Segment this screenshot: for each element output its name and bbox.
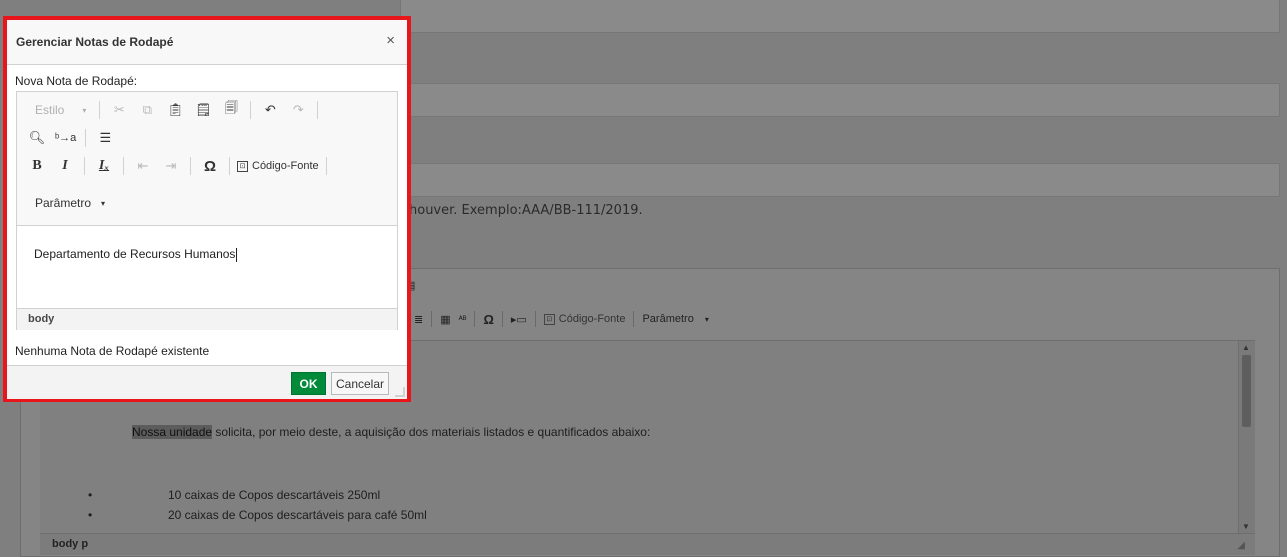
source-code-button[interactable]: ⊡ Código-Fonte	[237, 160, 319, 172]
chevron-down-icon: ▾	[82, 105, 87, 115]
cut-icon[interactable]: ✂	[107, 100, 131, 120]
replace-icon[interactable]: ᵇ→a	[53, 128, 78, 148]
bullet-icon: •	[88, 488, 93, 502]
close-icon[interactable]: ×	[386, 33, 395, 48]
bg-hint-text: houver. Exemplo:AAA/BB-111/2019.	[409, 203, 643, 218]
source-code-label: Código-Fonte	[252, 160, 319, 172]
insert-break-icon: ▸▭	[510, 313, 527, 326]
paste-text-icon[interactable]: 🗒︎	[191, 100, 215, 120]
list-item: 20 caixas de Copos descartáveis para caf…	[168, 508, 427, 522]
toolbar-row-4: Parâmetro ▾	[17, 189, 111, 217]
toolbar-row-2: 🔍︎ ᵇ→a ☰	[17, 124, 117, 152]
remove-format-icon[interactable]: Iₓ	[92, 156, 116, 176]
param-combo[interactable]: Parâmetro ▾	[25, 192, 111, 214]
no-footnotes-message: Nenhuma Nota de Rodapé existente	[15, 344, 210, 358]
bg-paragraph-rest: solicita, por meio deste, a aquisição do…	[212, 425, 651, 439]
dialog-footer: OK Cancelar	[7, 365, 407, 399]
special-char-icon: Ω	[483, 311, 494, 327]
toolbar-row-3: B I Iₓ ⇤ ⇥ Ω ⊡ Código-Fonte	[17, 152, 330, 180]
bg-field-2	[400, 83, 1280, 117]
bg-highlighted-text: Nossa unidade	[132, 425, 213, 439]
bg-editor-toolbar: ≣ ▦ ᴬᴮ Ω ▸▭ ⊡ Código-Fonte Parâmetro ▾	[405, 305, 709, 333]
source-icon: ⊡	[237, 160, 248, 172]
replace-text-icon: ᴬᴮ	[458, 314, 467, 324]
bg-field-3	[400, 163, 1280, 197]
italic-icon[interactable]: I	[53, 156, 77, 176]
editor-content-area[interactable]: Departamento de Recursos Humanos	[17, 226, 397, 308]
find-icon[interactable]: 🔍︎	[25, 128, 49, 148]
bg-status-bar: body p ◢	[40, 533, 1255, 555]
redo-icon[interactable]: ↷	[286, 100, 310, 120]
editor-status-path[interactable]: body	[28, 313, 54, 325]
style-combo[interactable]: Estilo ▾	[25, 99, 92, 121]
ok-button[interactable]: OK	[291, 372, 326, 395]
bg-scrollbar: ▲ ▼	[1238, 341, 1255, 533]
list-item: 10 caixas de Copos descartáveis 250ml	[168, 488, 381, 502]
scroll-thumb	[1242, 355, 1251, 427]
indent-icon[interactable]: ⇥	[159, 156, 183, 176]
chevron-down-icon: ▾	[101, 198, 106, 208]
dialog-highlight-frame: Gerenciar Notas de Rodapé × Nova Nota de…	[3, 16, 411, 402]
bg-param-combo: Parâmetro ▾	[642, 313, 709, 325]
toolbar-row-1: Estilo ▾ ✂ ⧉ 📋︎ 🗒︎ 🗐︎ ↶ ↷	[17, 96, 321, 124]
special-char-icon[interactable]: Ω	[198, 156, 222, 176]
footnote-editor: Estilo ▾ ✂ ⧉ 📋︎ 🗒︎ 🗐︎ ↶ ↷ 🔍︎ ᵇ→a ☰ B I I…	[16, 91, 398, 330]
align-right-icon: ≣	[414, 313, 424, 326]
scroll-up-icon: ▲	[1242, 343, 1250, 352]
bg-field-1	[400, 0, 1280, 33]
copy-icon[interactable]: ⧉	[135, 100, 159, 120]
bg-paragraph: Nossa unidade solicita, por meio deste, …	[132, 425, 650, 439]
text-cursor	[236, 247, 238, 262]
editor-status-bar: body	[17, 308, 397, 330]
bold-icon[interactable]: B	[25, 156, 49, 176]
editor-toolbar: Estilo ▾ ✂ ⧉ 📋︎ 🗒︎ 🗐︎ ↶ ↷ 🔍︎ ᵇ→a ☰ B I I…	[17, 92, 397, 226]
dialog-title: Gerenciar Notas de Rodapé	[16, 35, 174, 49]
resize-grip-icon[interactable]	[395, 387, 405, 397]
cancel-button[interactable]: Cancelar	[331, 372, 389, 395]
undo-icon[interactable]: ↶	[258, 100, 282, 120]
footnote-dialog: Gerenciar Notas de Rodapé × Nova Nota de…	[7, 20, 407, 399]
bg-status-path: body p	[52, 538, 89, 550]
select-all-icon[interactable]: ☰	[93, 128, 117, 148]
paste-word-icon[interactable]: 🗐︎	[219, 100, 243, 120]
source-icon: ⊡	[543, 313, 555, 325]
footnote-text[interactable]: Departamento de Recursos Humanos	[34, 247, 238, 262]
bullet-icon: •	[88, 508, 93, 522]
scroll-down-icon: ▼	[1242, 522, 1250, 531]
paste-icon[interactable]: 📋︎	[163, 100, 187, 120]
table-icon: ▦	[440, 313, 451, 326]
bg-source-button: ⊡ Código-Fonte	[543, 313, 625, 325]
dialog-header: Gerenciar Notas de Rodapé ×	[7, 20, 407, 65]
resize-grip-icon: ◢	[1237, 540, 1245, 551]
new-note-label: Nova Nota de Rodapé:	[15, 74, 138, 88]
outdent-icon[interactable]: ⇤	[131, 156, 155, 176]
